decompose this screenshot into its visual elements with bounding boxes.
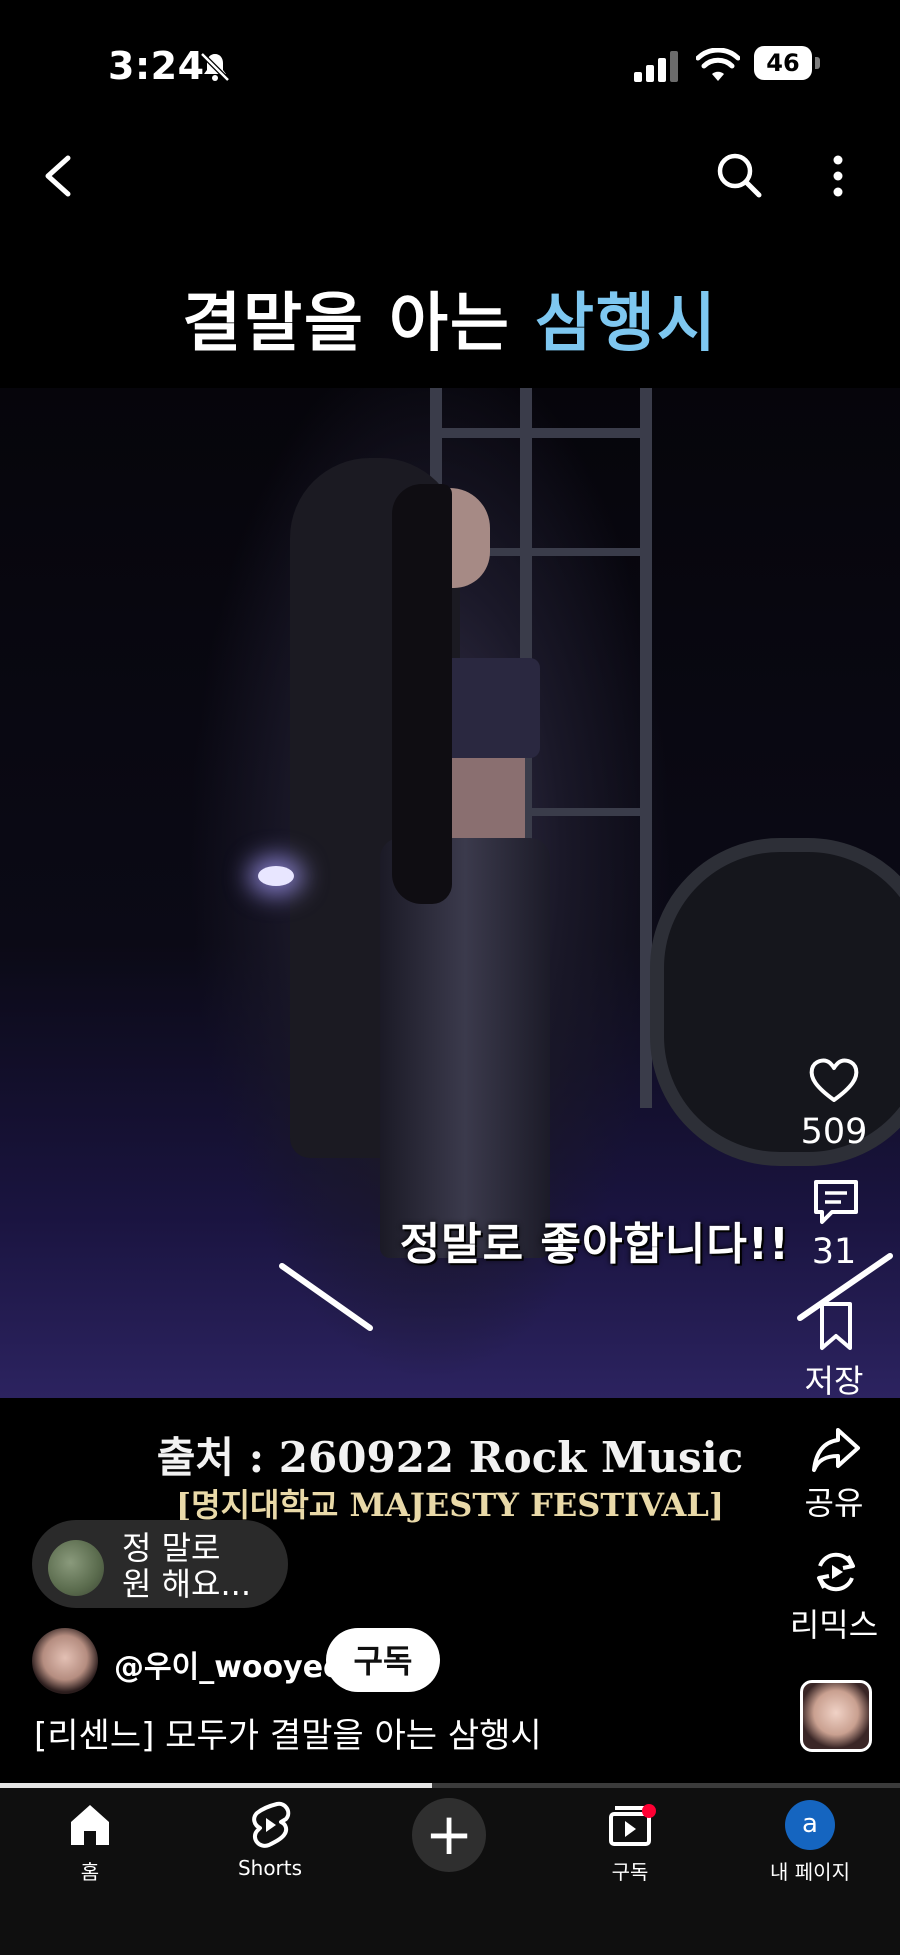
home-icon [71,1805,109,1845]
account-avatar: a [785,1800,835,1850]
comment-preview[interactable]: 정 말로 원 해요... [32,1520,288,1608]
nav-my-page-label: 내 페이지 [770,1860,850,1884]
nav-subscriptions[interactable]: 구독 [560,1800,700,1885]
title-accent: 삼행시 [535,287,718,361]
remix-icon[interactable] [808,1544,864,1600]
nav-subscriptions-label: 구독 [611,1860,649,1884]
save-label: 저장 [804,1362,864,1400]
video-caption: 정말로 좋아합니다!! [399,1219,790,1270]
notification-dot [642,1804,656,1818]
sound-thumbnail[interactable] [800,1680,872,1752]
nav-shorts[interactable]: Shorts [200,1800,340,1880]
plus-icon: + [424,1800,474,1868]
chevron-left-icon[interactable] [38,152,78,200]
short-title[interactable]: [리센느] 모두가 결말을 아는 삼행시 [34,1708,542,1757]
cellular-signal-icon [634,51,678,82]
share-label: 공유 [804,1484,864,1522]
stage-light [258,866,294,886]
remix-label: 리믹스 [789,1606,879,1644]
performer [320,484,570,1258]
search-icon[interactable] [714,150,764,200]
battery-indicator: 46 [754,46,820,84]
share-arrow-icon[interactable] [808,1422,864,1478]
comment-icon[interactable] [808,1174,864,1230]
video-overlay-title: 결말을 아는 삼행시 [0,272,900,364]
comment-count: 31 [811,1232,857,1272]
wifi-icon [696,48,740,81]
nav-home-label: 홈 [80,1860,100,1884]
nav-home[interactable]: 홈 [20,1800,160,1885]
battery-level: 46 [754,46,812,80]
comment-preview-text: 정 말로 원 해요... [122,1530,251,1602]
more-vertical-icon[interactable] [830,154,846,198]
subscribe-button[interactable]: 구독 [326,1628,440,1692]
comment-line-1: 정 말로 [122,1529,221,1567]
channel-handle[interactable]: @우이_wooyee [114,1642,343,1686]
nav-my-page[interactable]: a 내 페이지 [740,1800,880,1885]
commenter-avatar [48,1540,104,1596]
create-button[interactable]: + [412,1798,486,1872]
source-line-1: 출처 : 260922 Rock Music [156,1433,744,1482]
comment-line-2: 원 해요... [122,1565,252,1603]
like-heart-icon[interactable] [806,1052,862,1108]
status-time: 3:24 [108,44,205,88]
nav-shorts-label: Shorts [237,1856,303,1880]
bell-muted-icon [200,52,230,82]
shorts-icon [252,1801,291,1848]
bookmark-icon[interactable] [808,1298,864,1354]
title-main: 결말을 아는 [182,287,536,361]
like-count: 509 [800,1112,868,1152]
channel-avatar[interactable] [32,1628,98,1694]
